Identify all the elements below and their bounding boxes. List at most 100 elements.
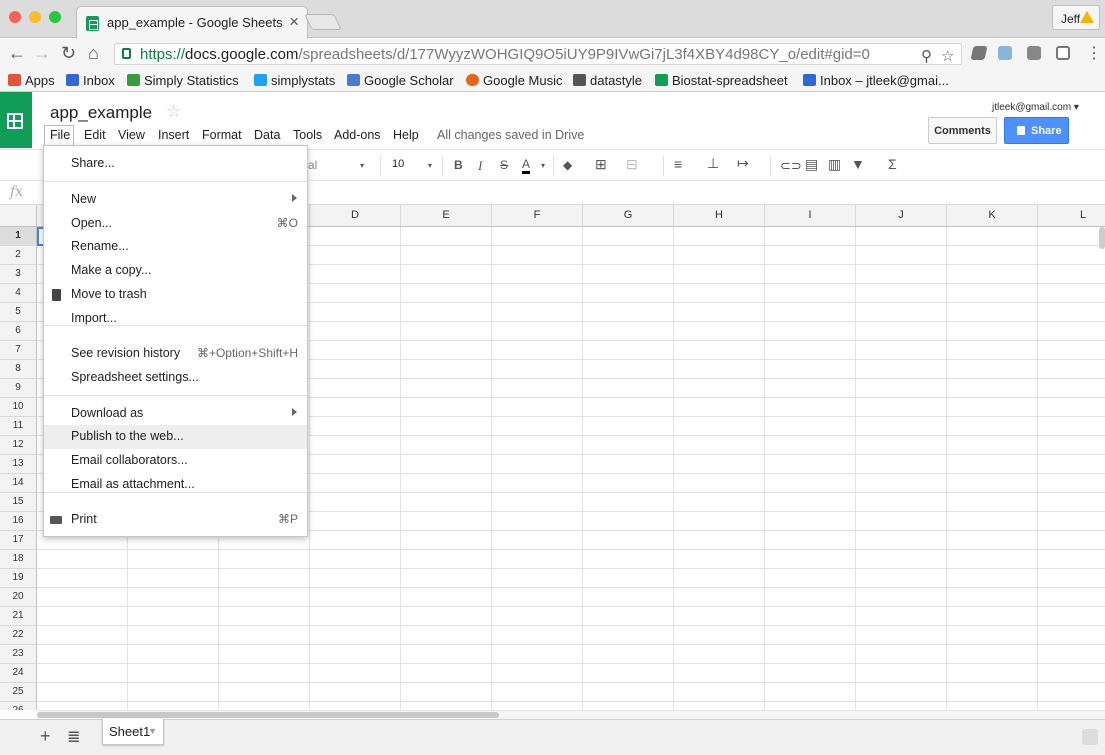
- file-menu-item-print[interactable]: Print ⌘P: [44, 508, 307, 532]
- file-menu-item-email-collaborators[interactable]: Email collaborators...: [44, 449, 307, 473]
- column-header-l[interactable]: L: [1038, 205, 1105, 227]
- row-header-1[interactable]: 1: [0, 227, 37, 246]
- bookmark-simplystats[interactable]: simplystats: [254, 73, 335, 88]
- column-header-i[interactable]: I: [765, 205, 856, 227]
- chrome-menu-icon[interactable]: ⋮: [1086, 43, 1102, 63]
- functions-icon[interactable]: Σ: [888, 156, 897, 172]
- row-header-6[interactable]: 6: [0, 322, 37, 341]
- row-header-5[interactable]: 5: [0, 303, 37, 322]
- column-header-h[interactable]: H: [674, 205, 765, 227]
- comments-button[interactable]: Comments: [928, 117, 997, 144]
- fill-color-icon[interactable]: ◆: [563, 158, 572, 172]
- row-header-7[interactable]: 7: [0, 341, 37, 360]
- file-menu-item-see-revision-history[interactable]: See revision history ⌘+Option+Shift+H: [44, 342, 307, 366]
- sheet-tab-sheet1[interactable]: Sheet1 ▼: [102, 719, 164, 745]
- column-header-j[interactable]: J: [856, 205, 947, 227]
- horizontal-scrollbar[interactable]: [37, 710, 1105, 719]
- bookmark-simply-statistics[interactable]: Simply Statistics: [127, 73, 239, 88]
- cast-icon[interactable]: [1056, 46, 1070, 60]
- column-header-g[interactable]: G: [583, 205, 674, 227]
- row-header-15[interactable]: 15: [0, 493, 37, 512]
- row-header-9[interactable]: 9: [0, 379, 37, 398]
- italic-icon[interactable]: I: [478, 158, 482, 174]
- browser-tab[interactable]: app_example - Google Sheets ×: [76, 6, 308, 39]
- row-header-10[interactable]: 10: [0, 398, 37, 417]
- menu-file[interactable]: File: [50, 128, 70, 142]
- maximize-window-button[interactable]: [49, 11, 61, 23]
- close-window-button[interactable]: [9, 11, 21, 23]
- file-menu-item-make-a-copy[interactable]: Make a copy...: [44, 259, 307, 283]
- explore-icon[interactable]: [1082, 729, 1098, 745]
- home-icon[interactable]: ⌂: [88, 43, 99, 64]
- sheets-home-logo[interactable]: [0, 92, 32, 148]
- filter-icon[interactable]: ▼: [851, 156, 865, 172]
- bookmark-star-icon[interactable]: ☆: [941, 47, 954, 65]
- minimize-window-button[interactable]: [29, 11, 41, 23]
- star-icon[interactable]: ☆: [166, 102, 181, 122]
- font-size-select[interactable]: 10: [392, 158, 404, 170]
- file-menu-item-rename[interactable]: Rename...: [44, 235, 307, 259]
- file-menu-item-share[interactable]: Share...: [44, 152, 307, 176]
- insert-chart-icon[interactable]: ▥: [828, 156, 841, 173]
- bold-icon[interactable]: B: [454, 158, 463, 172]
- row-header-16[interactable]: 16: [0, 512, 37, 531]
- row-header-26[interactable]: 26: [0, 702, 37, 710]
- row-header-11[interactable]: 11: [0, 417, 37, 436]
- menu-data[interactable]: Data: [254, 128, 280, 142]
- text-color-dropdown-icon[interactable]: ▾: [541, 161, 545, 170]
- horizontal-align-icon[interactable]: ≡: [674, 156, 682, 172]
- font-family-select[interactable]: al: [308, 158, 317, 172]
- address-bar[interactable]: https://docs.google.com/spreadsheets/d/1…: [114, 43, 962, 65]
- menu-format[interactable]: Format: [202, 128, 242, 142]
- file-menu-item-email-as-attachment[interactable]: Email as attachment...: [44, 473, 307, 497]
- extension-p-icon[interactable]: [970, 46, 988, 60]
- row-header-25[interactable]: 25: [0, 683, 37, 702]
- bookmark-biostat-spreadsheet[interactable]: Biostat-spreadsheet: [655, 73, 788, 88]
- row-header-23[interactable]: 23: [0, 645, 37, 664]
- text-color-icon[interactable]: A: [522, 158, 531, 174]
- row-header-22[interactable]: 22: [0, 626, 37, 645]
- file-menu-item-new[interactable]: New: [44, 188, 307, 212]
- forward-arrow-icon[interactable]: →: [33, 43, 51, 64]
- vertical-scrollbar-thumb[interactable]: [1099, 227, 1105, 249]
- extension-people-icon[interactable]: [998, 46, 1012, 60]
- profile-button[interactable]: Jeff: [1052, 5, 1100, 30]
- insert-link-icon[interactable]: ⊂⊃: [780, 158, 802, 174]
- row-header-20[interactable]: 20: [0, 588, 37, 607]
- sheet-tab-dropdown-icon[interactable]: ▼: [148, 726, 157, 736]
- row-header-18[interactable]: 18: [0, 550, 37, 569]
- font-size-dropdown-icon[interactable]: ▾: [428, 161, 432, 170]
- file-menu-item-download-as[interactable]: Download as: [44, 402, 307, 426]
- share-button[interactable]: Share: [1004, 117, 1069, 144]
- row-header-3[interactable]: 3: [0, 265, 37, 284]
- row-header-24[interactable]: 24: [0, 664, 37, 683]
- merge-cells-icon[interactable]: ⊟: [626, 156, 638, 173]
- column-header-f[interactable]: F: [492, 205, 583, 227]
- file-menu-item-publish-to-the-web[interactable]: Publish to the web...: [44, 425, 307, 449]
- strikethrough-icon[interactable]: S: [500, 158, 508, 172]
- row-header-19[interactable]: 19: [0, 569, 37, 588]
- menu-tools[interactable]: Tools: [293, 128, 322, 142]
- all-sheets-list-icon[interactable]: ≣: [67, 727, 80, 747]
- menu-insert[interactable]: Insert: [158, 128, 189, 142]
- reload-icon[interactable]: ↻: [61, 43, 76, 64]
- row-header-17[interactable]: 17: [0, 531, 37, 550]
- select-all-corner[interactable]: [0, 205, 37, 227]
- zoom-icon[interactable]: ⚲: [921, 47, 932, 65]
- row-header-13[interactable]: 13: [0, 455, 37, 474]
- file-menu-item-move-to-trash[interactable]: Move to trash: [44, 283, 307, 307]
- font-family-dropdown-icon[interactable]: ▾: [360, 161, 364, 170]
- file-menu-item-open[interactable]: Open... ⌘O: [44, 212, 307, 236]
- row-header-21[interactable]: 21: [0, 607, 37, 626]
- horizontal-scrollbar-thumb[interactable]: [37, 712, 499, 718]
- bookmark-inbox[interactable]: Inbox: [66, 73, 115, 88]
- row-header-14[interactable]: 14: [0, 474, 37, 493]
- menu-edit[interactable]: Edit: [84, 128, 106, 142]
- menu-view[interactable]: View: [118, 128, 145, 142]
- bookmark-datastyle[interactable]: datastyle: [573, 73, 642, 88]
- insert-comment-icon[interactable]: ▤: [805, 156, 818, 173]
- document-title[interactable]: app_example: [50, 103, 152, 123]
- bookmark-google-scholar[interactable]: Google Scholar: [347, 73, 454, 88]
- vertical-align-icon[interactable]: ⊥: [707, 155, 719, 172]
- borders-icon[interactable]: ⊞: [595, 156, 607, 173]
